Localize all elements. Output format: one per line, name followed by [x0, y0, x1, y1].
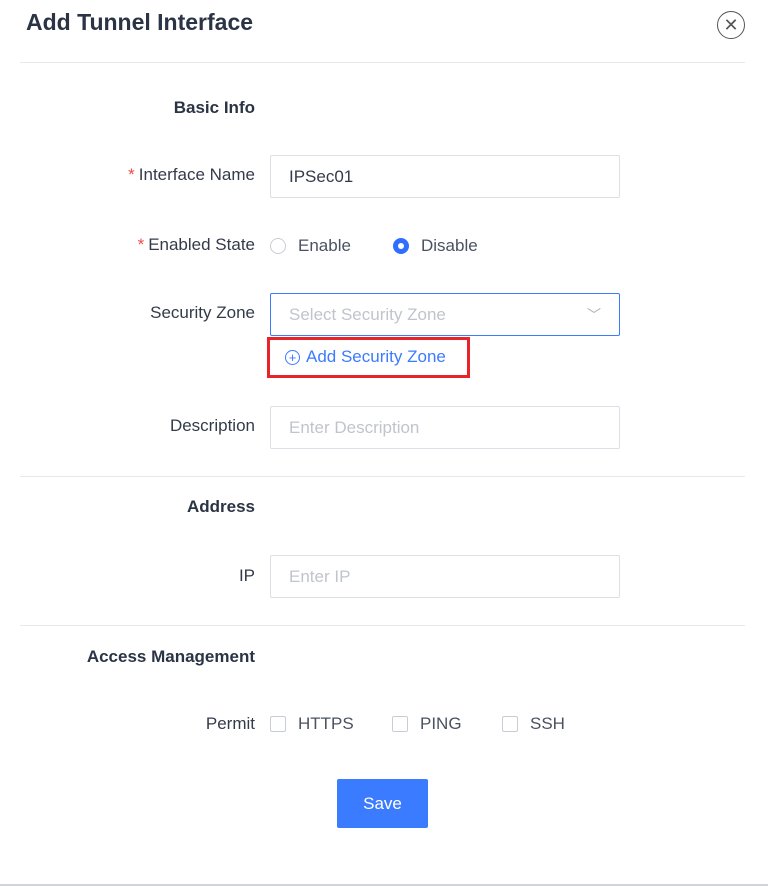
interface-name-input[interactable]: IPSec01	[270, 155, 620, 198]
radio-disable[interactable]: Disable	[393, 236, 478, 256]
checkbox-icon	[392, 716, 408, 732]
interface-name-label: * Interface Name	[128, 165, 255, 184]
checkbox-icon	[270, 716, 286, 732]
dialog-title: Add Tunnel Interface	[26, 9, 254, 35]
checkbox-https[interactable]: HTTPS	[270, 714, 354, 734]
security-zone-label: Security Zone	[150, 303, 255, 322]
enabled-state-label: * Enabled State	[137, 235, 255, 254]
ip-label: IP	[238, 566, 255, 585]
divider	[20, 62, 745, 63]
description-input[interactable]: Enter Description	[270, 406, 620, 449]
section-basic-info: Basic Info	[173, 98, 255, 117]
chevron-down-icon: ﹀	[587, 306, 601, 323]
plus-circle-icon: +	[285, 349, 300, 365]
section-address: Address	[186, 497, 255, 516]
ip-input[interactable]: Enter IP	[270, 555, 620, 598]
checkbox-icon	[502, 716, 518, 732]
checkbox-ssh[interactable]: SSH	[502, 714, 565, 734]
save-button[interactable]: Save	[337, 779, 428, 828]
radio-checked-icon	[393, 238, 409, 254]
description-label: Description	[169, 416, 255, 435]
divider	[20, 476, 745, 477]
close-icon[interactable]: ✕	[717, 11, 745, 39]
radio-unchecked-icon	[270, 238, 286, 254]
security-zone-select[interactable]: Select Security Zone ﹀	[270, 293, 620, 336]
radio-enable[interactable]: Enable	[270, 236, 351, 256]
divider	[20, 625, 745, 626]
checkbox-ping[interactable]: PING	[392, 714, 462, 734]
permit-label: Permit	[205, 714, 255, 733]
add-security-zone-link[interactable]: + Add Security Zone	[285, 347, 446, 367]
section-access-management: Access Management	[86, 647, 255, 666]
